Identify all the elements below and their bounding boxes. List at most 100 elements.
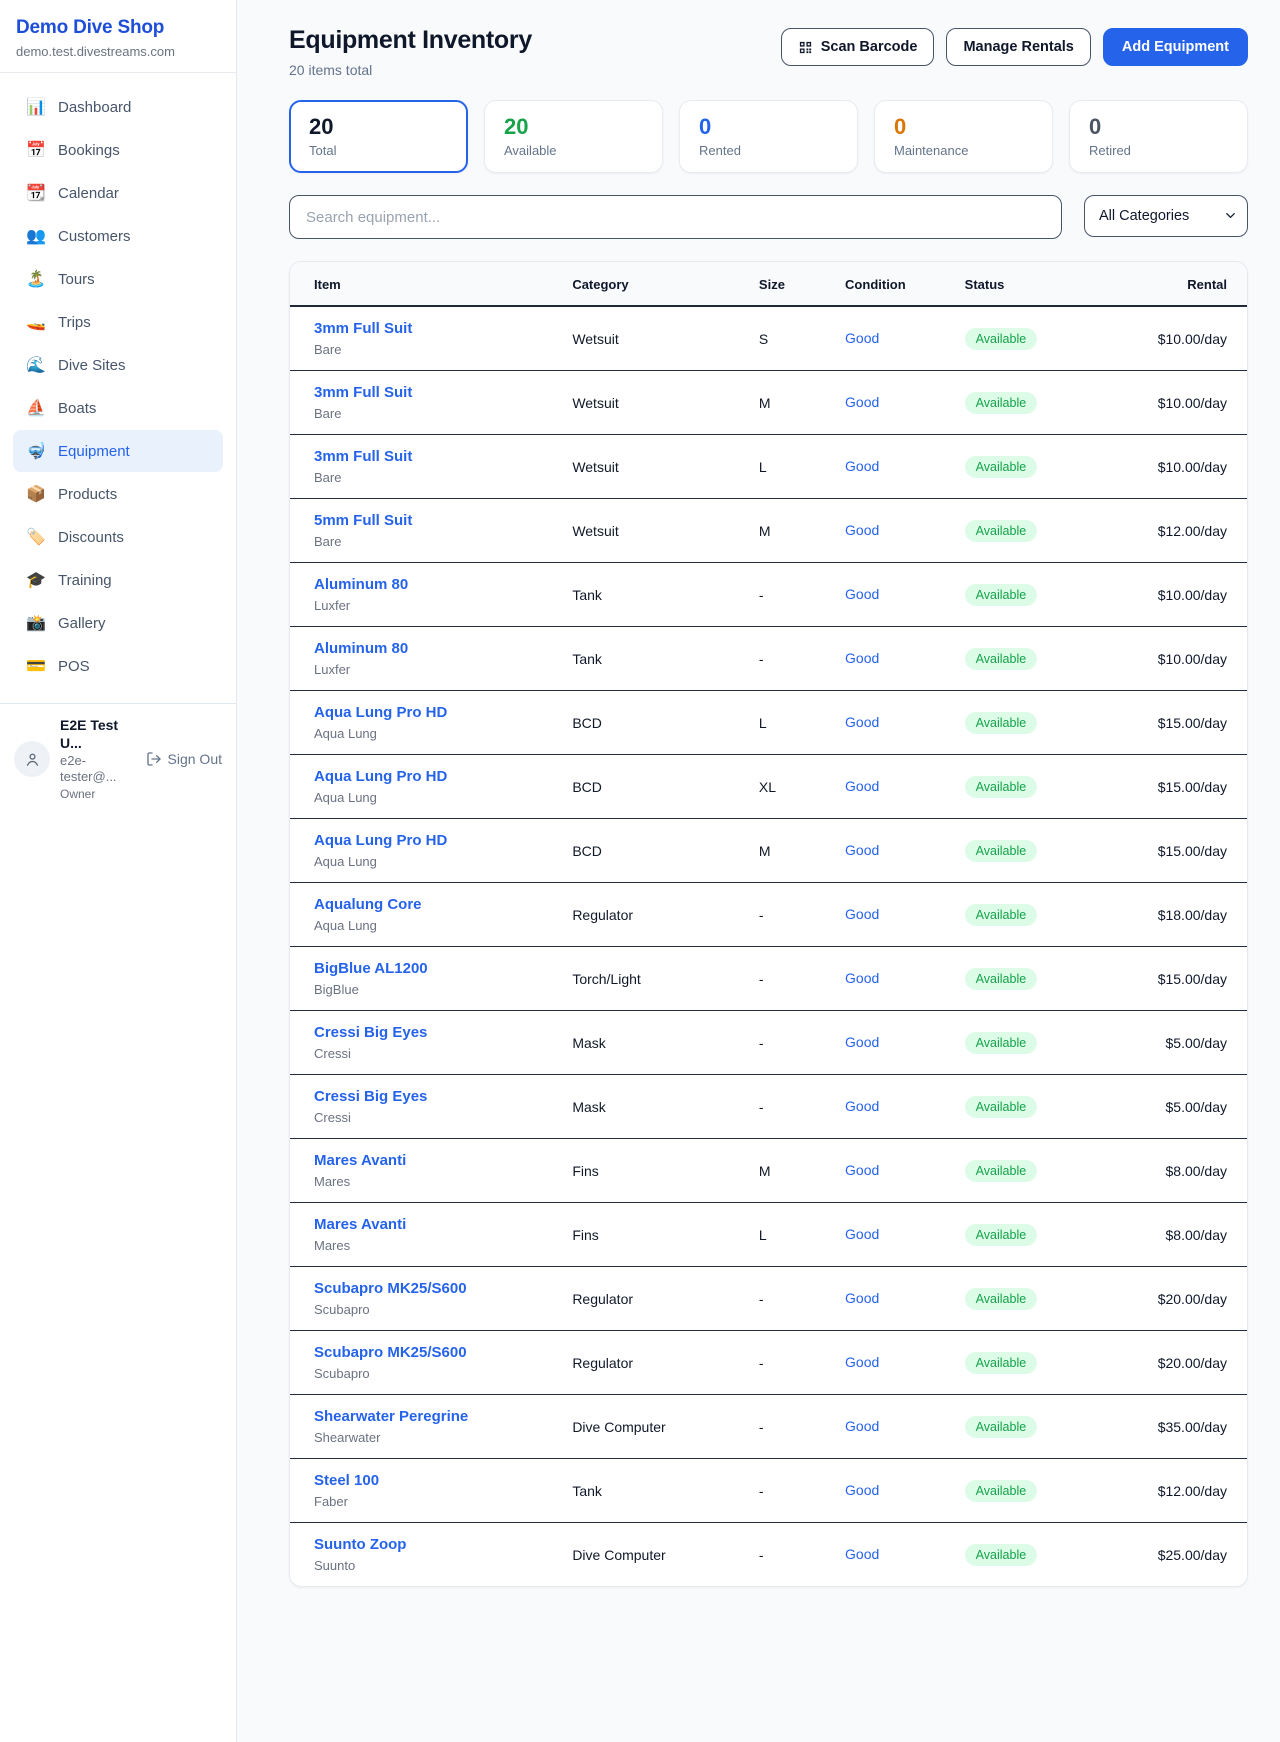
item-link[interactable]: Mares Avanti bbox=[314, 1216, 572, 1234]
sidebar-item-training[interactable]: 🎓 Training bbox=[13, 559, 223, 601]
category-cell: Wetsuit bbox=[572, 306, 759, 371]
category-cell: Regulator bbox=[572, 883, 759, 947]
condition-link[interactable]: Good bbox=[845, 330, 879, 346]
scan-barcode-button[interactable]: Scan Barcode bbox=[781, 28, 935, 66]
rental-cell: $10.00/day bbox=[1123, 435, 1247, 499]
sidebar-item-trips[interactable]: 🚤 Trips bbox=[13, 301, 223, 343]
table-row: 3mm Full Suit Bare Wetsuit L Good Availa… bbox=[290, 435, 1247, 499]
category-cell: Wetsuit bbox=[572, 435, 759, 499]
page-title: Equipment Inventory bbox=[289, 26, 532, 55]
condition-link[interactable]: Good bbox=[845, 1546, 879, 1562]
rental-cell: $35.00/day bbox=[1123, 1395, 1247, 1459]
status-badge: Available bbox=[965, 1480, 1038, 1502]
size-cell: - bbox=[759, 947, 845, 1011]
item-link[interactable]: Aqua Lung Pro HD bbox=[314, 832, 572, 850]
rental-cell: $18.00/day bbox=[1123, 883, 1247, 947]
condition-link[interactable]: Good bbox=[845, 586, 879, 602]
condition-link[interactable]: Good bbox=[845, 714, 879, 730]
user-section: E2E Test U... e2e-tester@... Owner Sign … bbox=[0, 703, 236, 815]
item-link[interactable]: Aluminum 80 bbox=[314, 640, 572, 658]
item-link[interactable]: Suunto Zoop bbox=[314, 1536, 572, 1554]
add-equipment-button[interactable]: Add Equipment bbox=[1103, 28, 1248, 66]
condition-link[interactable]: Good bbox=[845, 970, 879, 986]
condition-link[interactable]: Good bbox=[845, 1290, 879, 1306]
manage-rentals-button[interactable]: Manage Rentals bbox=[946, 28, 1090, 66]
size-cell: - bbox=[759, 627, 845, 691]
table-row: Suunto Zoop Suunto Dive Computer - Good … bbox=[290, 1523, 1247, 1587]
dashboard-icon: 📊 bbox=[26, 99, 46, 115]
condition-link[interactable]: Good bbox=[845, 906, 879, 922]
sidebar-item-tours[interactable]: 🏝️ Tours bbox=[13, 258, 223, 300]
item-link[interactable]: Aqua Lung Pro HD bbox=[314, 768, 572, 786]
condition-link[interactable]: Good bbox=[845, 1034, 879, 1050]
status-badge: Available bbox=[965, 712, 1038, 734]
condition-link[interactable]: Good bbox=[845, 1226, 879, 1242]
rental-cell: $10.00/day bbox=[1123, 306, 1247, 371]
condition-link[interactable]: Good bbox=[845, 1482, 879, 1498]
stat-card-rented[interactable]: 0 Rented bbox=[679, 100, 858, 173]
item-link[interactable]: BigBlue AL1200 bbox=[314, 960, 572, 978]
sidebar-item-bookings[interactable]: 📅 Bookings bbox=[13, 129, 223, 171]
item-link[interactable]: Steel 100 bbox=[314, 1472, 572, 1490]
item-link[interactable]: Scubapro MK25/S600 bbox=[314, 1344, 572, 1362]
stat-card-total[interactable]: 20 Total bbox=[289, 100, 468, 173]
user-email: e2e-tester@... bbox=[60, 753, 136, 786]
table-row: Mares Avanti Mares Fins M Good Available… bbox=[290, 1139, 1247, 1203]
item-link[interactable]: Cressi Big Eyes bbox=[314, 1024, 572, 1042]
item-link[interactable]: Scubapro MK25/S600 bbox=[314, 1280, 572, 1298]
status-badge: Available bbox=[965, 1288, 1038, 1310]
rental-cell: $8.00/day bbox=[1123, 1203, 1247, 1267]
item-link[interactable]: Mares Avanti bbox=[314, 1152, 572, 1170]
table-row: 5mm Full Suit Bare Wetsuit M Good Availa… bbox=[290, 499, 1247, 563]
rental-cell: $10.00/day bbox=[1123, 371, 1247, 435]
condition-link[interactable]: Good bbox=[845, 842, 879, 858]
condition-link[interactable]: Good bbox=[845, 394, 879, 410]
sign-out-button[interactable]: Sign Out bbox=[146, 751, 222, 767]
sidebar-item-customers[interactable]: 👥 Customers bbox=[13, 215, 223, 257]
item-link[interactable]: 3mm Full Suit bbox=[314, 320, 572, 338]
products-icon: 📦 bbox=[26, 486, 46, 502]
table-row: Aluminum 80 Luxfer Tank - Good Available… bbox=[290, 563, 1247, 627]
search-input[interactable] bbox=[289, 195, 1062, 239]
condition-link[interactable]: Good bbox=[845, 650, 879, 666]
condition-link[interactable]: Good bbox=[845, 1418, 879, 1434]
rental-cell: $15.00/day bbox=[1123, 819, 1247, 883]
sidebar-item-calendar[interactable]: 📆 Calendar bbox=[13, 172, 223, 214]
sidebar-item-pos[interactable]: 💳 POS bbox=[13, 645, 223, 687]
sidebar-item-gallery[interactable]: 📸 Gallery bbox=[13, 602, 223, 644]
item-link[interactable]: 3mm Full Suit bbox=[314, 384, 572, 402]
col-status: Status bbox=[965, 262, 1123, 306]
category-cell: BCD bbox=[572, 691, 759, 755]
category-select[interactable]: All Categories bbox=[1084, 195, 1248, 237]
item-link[interactable]: Shearwater Peregrine bbox=[314, 1408, 572, 1426]
condition-link[interactable]: Good bbox=[845, 1098, 879, 1114]
sidebar-item-products[interactable]: 📦 Products bbox=[13, 473, 223, 515]
stat-card-maintenance[interactable]: 0 Maintenance bbox=[874, 100, 1053, 173]
sidebar-item-equipment[interactable]: 🤿 Equipment bbox=[13, 430, 223, 472]
item-link[interactable]: 5mm Full Suit bbox=[314, 512, 572, 530]
app-root: Demo Dive Shop demo.test.divestreams.com… bbox=[0, 0, 1280, 1742]
sidebar-nav: 📊 Dashboard 📅 Bookings 📆 Calendar 👥 Cust… bbox=[0, 73, 236, 694]
table-row: 3mm Full Suit Bare Wetsuit S Good Availa… bbox=[290, 306, 1247, 371]
item-brand: BigBlue bbox=[314, 982, 572, 997]
size-cell: - bbox=[759, 1267, 845, 1331]
sidebar-item-boats[interactable]: ⛵ Boats bbox=[13, 387, 223, 429]
user-avatar-icon bbox=[14, 741, 50, 777]
sidebar-item-dive-sites[interactable]: 🌊 Dive Sites bbox=[13, 344, 223, 386]
stat-card-available[interactable]: 20 Available bbox=[484, 100, 663, 173]
item-link[interactable]: Aluminum 80 bbox=[314, 576, 572, 594]
item-link[interactable]: 3mm Full Suit bbox=[314, 448, 572, 466]
condition-link[interactable]: Good bbox=[845, 1162, 879, 1178]
condition-link[interactable]: Good bbox=[845, 522, 879, 538]
sidebar-item-discounts[interactable]: 🏷️ Discounts bbox=[13, 516, 223, 558]
condition-link[interactable]: Good bbox=[845, 778, 879, 794]
brand-name[interactable]: Demo Dive Shop bbox=[16, 17, 220, 39]
item-link[interactable]: Aqua Lung Pro HD bbox=[314, 704, 572, 722]
customers-icon: 👥 bbox=[26, 228, 46, 244]
condition-link[interactable]: Good bbox=[845, 1354, 879, 1370]
stat-card-retired[interactable]: 0 Retired bbox=[1069, 100, 1248, 173]
sidebar-item-dashboard[interactable]: 📊 Dashboard bbox=[13, 86, 223, 128]
item-link[interactable]: Cressi Big Eyes bbox=[314, 1088, 572, 1106]
item-link[interactable]: Aqualung Core bbox=[314, 896, 572, 914]
condition-link[interactable]: Good bbox=[845, 458, 879, 474]
